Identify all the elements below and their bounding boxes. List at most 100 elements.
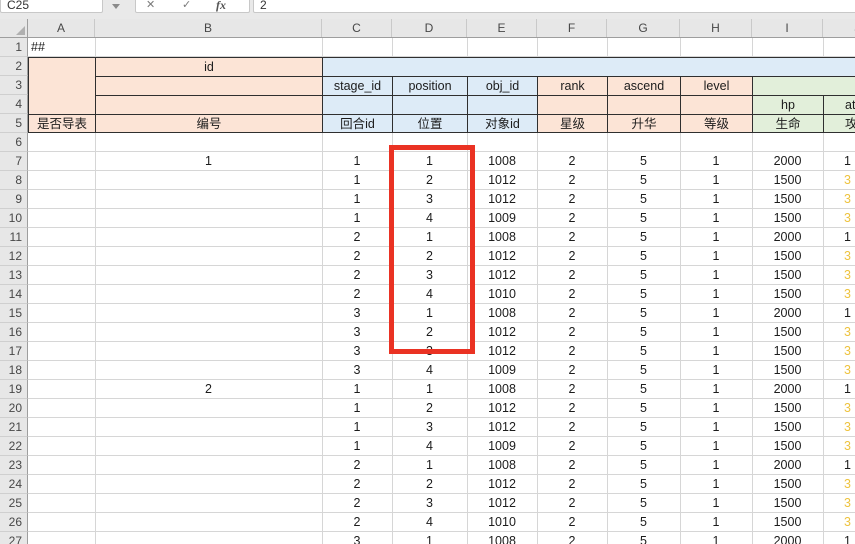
cell-I21[interactable]: 1500 [752,418,823,437]
cell-G10[interactable]: 5 [607,209,680,228]
cell-A1[interactable]: ## [28,38,95,57]
cell-E18[interactable]: 1009 [467,361,537,380]
cell-C8[interactable]: 1 [322,171,392,190]
cell-C13[interactable]: 2 [322,266,392,285]
cell-C18[interactable]: 3 [322,361,392,380]
col-header-E[interactable]: E [467,19,537,37]
formula-input[interactable]: 2 [253,0,855,13]
cell-E9[interactable]: 1012 [467,190,537,209]
cell-H10[interactable]: 1 [680,209,752,228]
col-header-B[interactable]: B [95,19,322,37]
cell-J24[interactable]: 3 [823,475,855,494]
cell-D24[interactable]: 2 [392,475,467,494]
cell-G16[interactable]: 5 [607,323,680,342]
header-cell-H4[interactable] [680,95,752,114]
cell-J7[interactable]: 1 [823,152,855,171]
header-cell-D4[interactable] [392,95,467,114]
cell-G7[interactable]: 5 [607,152,680,171]
cell-G9[interactable]: 5 [607,190,680,209]
header-cell-I3[interactable] [752,76,855,95]
cell-E24[interactable]: 1012 [467,475,537,494]
cell-J27[interactable]: 1 [823,532,855,544]
cell-J21[interactable]: 3 [823,418,855,437]
cell-I12[interactable]: 1500 [752,247,823,266]
cell-D22[interactable]: 4 [392,437,467,456]
header-cell-H5[interactable]: 等级 [680,114,752,133]
row-header-10[interactable]: 10 [0,209,28,228]
col-header-C[interactable]: C [322,19,392,37]
row-header-26[interactable]: 26 [0,513,28,532]
cell-E10[interactable]: 1009 [467,209,537,228]
header-cell-E5[interactable]: 对象id [467,114,537,133]
cell-G19[interactable]: 5 [607,380,680,399]
row-header-6[interactable]: 6 [0,133,28,152]
cell-F27[interactable]: 2 [537,532,607,544]
cell-I15[interactable]: 2000 [752,304,823,323]
cell-F21[interactable]: 2 [537,418,607,437]
header-cell-F4[interactable] [537,95,607,114]
cell-H11[interactable]: 1 [680,228,752,247]
cell-I25[interactable]: 1500 [752,494,823,513]
enter-icon[interactable]: ✓ [182,0,191,13]
cell-G11[interactable]: 5 [607,228,680,247]
header-cell-B3[interactable] [95,76,322,95]
header-cell-E3[interactable]: obj_id [467,76,537,95]
cell-J9[interactable]: 3 [823,190,855,209]
cell-I14[interactable]: 1500 [752,285,823,304]
header-cell-F3[interactable]: rank [537,76,607,95]
header-cell-D5[interactable]: 位置 [392,114,467,133]
cell-F23[interactable]: 2 [537,456,607,475]
cell-J25[interactable]: 3 [823,494,855,513]
cell-H9[interactable]: 1 [680,190,752,209]
cell-D20[interactable]: 2 [392,399,467,418]
cell-F12[interactable]: 2 [537,247,607,266]
cell-F9[interactable]: 2 [537,190,607,209]
cell-I10[interactable]: 1500 [752,209,823,228]
cell-G13[interactable]: 5 [607,266,680,285]
row-header-18[interactable]: 18 [0,361,28,380]
cell-I24[interactable]: 1500 [752,475,823,494]
cell-I26[interactable]: 1500 [752,513,823,532]
cell-E22[interactable]: 1009 [467,437,537,456]
cell-F16[interactable]: 2 [537,323,607,342]
cell-H23[interactable]: 1 [680,456,752,475]
cell-E14[interactable]: 1010 [467,285,537,304]
cell-H13[interactable]: 1 [680,266,752,285]
cell-G24[interactable]: 5 [607,475,680,494]
cell-C10[interactable]: 1 [322,209,392,228]
cell-E26[interactable]: 1010 [467,513,537,532]
cell-E11[interactable]: 1008 [467,228,537,247]
row-header-9[interactable]: 9 [0,190,28,209]
header-cell-J4[interactable]: atk [823,95,855,114]
cell-E15[interactable]: 1008 [467,304,537,323]
cell-G21[interactable]: 5 [607,418,680,437]
cell-C7[interactable]: 1 [322,152,392,171]
cell-D27[interactable]: 1 [392,532,467,544]
header-cell-C5[interactable]: 回合id [322,114,392,133]
col-header-H[interactable]: H [680,19,752,37]
header-cell-C4[interactable] [322,95,392,114]
cell-J17[interactable]: 3 [823,342,855,361]
col-header-G[interactable]: G [607,19,680,37]
cell-B7[interactable]: 1 [95,152,322,171]
header-cell-A5[interactable]: 是否导表 [28,114,95,133]
cell-E20[interactable]: 1012 [467,399,537,418]
cell-F24[interactable]: 2 [537,475,607,494]
cell-H25[interactable]: 1 [680,494,752,513]
cell-H24[interactable]: 1 [680,475,752,494]
cell-H16[interactable]: 1 [680,323,752,342]
col-header-F[interactable]: F [537,19,607,37]
header-cell-G5[interactable]: 升华 [607,114,680,133]
row-header-22[interactable]: 22 [0,437,28,456]
cell-I16[interactable]: 1500 [752,323,823,342]
cell-H17[interactable]: 1 [680,342,752,361]
cell-H15[interactable]: 1 [680,304,752,323]
cell-H21[interactable]: 1 [680,418,752,437]
cell-G8[interactable]: 5 [607,171,680,190]
row-header-7[interactable]: 7 [0,152,28,171]
cell-C27[interactable]: 3 [322,532,392,544]
row-header-8[interactable]: 8 [0,171,28,190]
cell-C15[interactable]: 3 [322,304,392,323]
col-header-A[interactable]: A [28,19,95,37]
cell-J19[interactable]: 1 [823,380,855,399]
